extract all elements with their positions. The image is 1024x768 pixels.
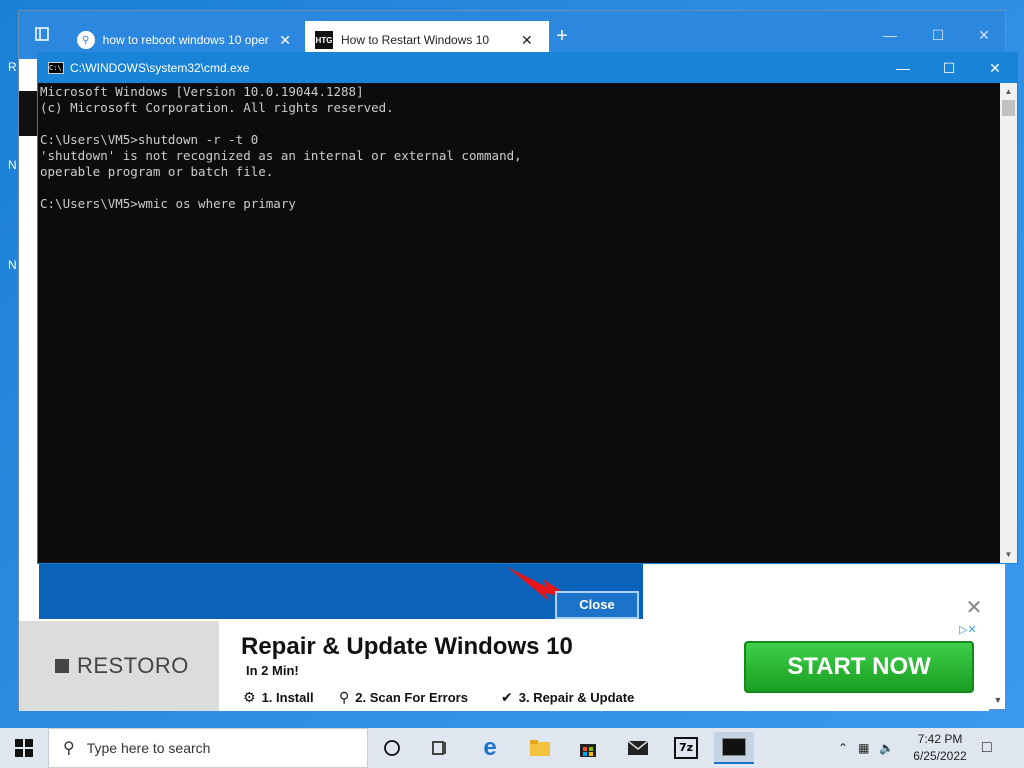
cmd-icon: C:\	[48, 62, 64, 74]
restoro-logo-icon	[55, 659, 69, 673]
gear-icon: ⚙	[243, 689, 256, 705]
ad-step-label: 1. Install	[261, 690, 314, 705]
search-icon: ⚲	[77, 31, 95, 49]
volume-icon[interactable]: 🔈	[879, 741, 894, 755]
ad-banner[interactable]: RESTORO Repair & Update Windows 10 In 2 …	[19, 621, 989, 711]
clock-time: 7:42 PM	[917, 732, 963, 746]
cmd-output[interactable]: Microsoft Windows [Version 10.0.19044.12…	[40, 84, 1000, 562]
ad-brand: RESTORO	[77, 653, 189, 678]
cmd-line: (c) Microsoft Corporation. All rights re…	[40, 100, 394, 115]
timeline-icon[interactable]	[420, 732, 460, 764]
tab-label: how to reboot windows 10 oper	[102, 33, 269, 47]
cmd-window[interactable]: C:\ C:\WINDOWS\system32\cmd.exe — ☐ ✕ Mi…	[37, 52, 1018, 564]
desktop-icon-label: R	[8, 60, 17, 74]
cmd-icon[interactable]	[714, 732, 754, 764]
scroll-up-icon[interactable]: ▲	[1000, 83, 1017, 100]
7zip-icon[interactable]: 7z	[666, 732, 706, 764]
ad-subtitle: In 2 Min!	[246, 663, 299, 678]
close-window-button[interactable]: ✕	[972, 53, 1018, 83]
ad-step: ✔ 3. Repair & Update	[501, 689, 634, 706]
scroll-down-icon[interactable]: ▼	[1000, 546, 1017, 563]
cmd-title-bar[interactable]: C:\ C:\WINDOWS\system32\cmd.exe — ☐ ✕	[38, 53, 1017, 83]
search-icon: ⚲	[63, 740, 75, 757]
cmd-line: Microsoft Windows [Version 10.0.19044.12…	[40, 84, 364, 99]
ad-logo: RESTORO	[19, 621, 219, 711]
ad-step-label: 3. Repair & Update	[518, 690, 635, 705]
tab-close-icon[interactable]: ✕	[279, 32, 291, 49]
windows-logo-icon	[15, 739, 33, 757]
start-button[interactable]	[0, 728, 48, 768]
search-icon: ⚲	[339, 689, 350, 705]
taskbar-search[interactable]: ⚲ Type here to search	[48, 728, 368, 768]
store-icon[interactable]	[568, 732, 608, 764]
cmd-line: operable program or batch file.	[40, 164, 274, 179]
7zip-label: 7z	[674, 737, 698, 759]
file-explorer-icon[interactable]	[520, 732, 560, 764]
notifications-icon[interactable]: □	[982, 728, 992, 768]
desktop-icon-label: N	[8, 258, 17, 272]
new-tab-button[interactable]: +	[551, 25, 573, 47]
start-now-button[interactable]: START NOW	[744, 641, 974, 693]
page-header-strip	[19, 91, 39, 136]
cmd-line: C:\Users\VM5>wmic os where primary	[40, 196, 296, 211]
dialog-close-button[interactable]: Close	[555, 591, 639, 619]
task-view-icon[interactable]	[372, 732, 412, 764]
scroll-thumb[interactable]	[1002, 100, 1015, 116]
minimize-button[interactable]: —	[880, 53, 926, 83]
taskbar: ⚲ Type here to search e 7z ⌃ ▦ 🔈 7:42 PM…	[0, 728, 1024, 768]
cmd-scrollbar[interactable]: ▲ ▼	[1000, 83, 1017, 563]
page-scroll-down-icon[interactable]: ▼	[991, 695, 1005, 709]
network-icon[interactable]: ▦	[858, 741, 869, 755]
cmd-line	[40, 116, 1000, 132]
clock-date: 6/25/2022	[913, 749, 967, 763]
clock[interactable]: 7:42 PM 6/25/2022	[905, 731, 975, 765]
search-placeholder: Type here to search	[86, 740, 211, 756]
htg-icon: HTG	[315, 31, 333, 49]
tab-label: How to Restart Windows 10	[341, 33, 490, 47]
close-window-button[interactable]: ✕	[961, 23, 1007, 47]
cmd-line: C:\Users\VM5>shutdown -r -t 0	[40, 132, 259, 147]
desktop-icon-label: N	[8, 158, 17, 172]
tab-actions-icon[interactable]	[31, 25, 53, 47]
ad-choices-badge[interactable]: ▷✕	[959, 623, 977, 636]
mail-icon[interactable]	[618, 732, 658, 764]
chevron-up-icon[interactable]: ⌃	[838, 741, 848, 755]
maximize-button[interactable]: ☐	[915, 23, 961, 47]
edge-icon[interactable]: e	[470, 732, 510, 764]
ad-step-label: 2. Scan For Errors	[355, 690, 468, 705]
ad-title: Repair & Update Windows 10	[241, 633, 573, 660]
minimize-button[interactable]: —	[867, 23, 913, 47]
ad-step: ⚙ 1. Install	[243, 689, 314, 706]
cmd-title: C:\WINDOWS\system32\cmd.exe	[70, 61, 250, 75]
tray-icons: ⌃ ▦ 🔈	[838, 728, 894, 768]
ad-close-icon[interactable]: ✕	[961, 595, 987, 621]
ad-step: ⚲ 2. Scan For Errors	[339, 689, 468, 706]
check-icon: ✔	[501, 689, 513, 705]
tab-close-icon[interactable]: ✕	[521, 32, 533, 49]
cmd-line	[40, 180, 1000, 196]
maximize-button[interactable]: ☐	[926, 53, 972, 83]
cmd-line: 'shutdown' is not recognized as an inter…	[40, 148, 522, 163]
